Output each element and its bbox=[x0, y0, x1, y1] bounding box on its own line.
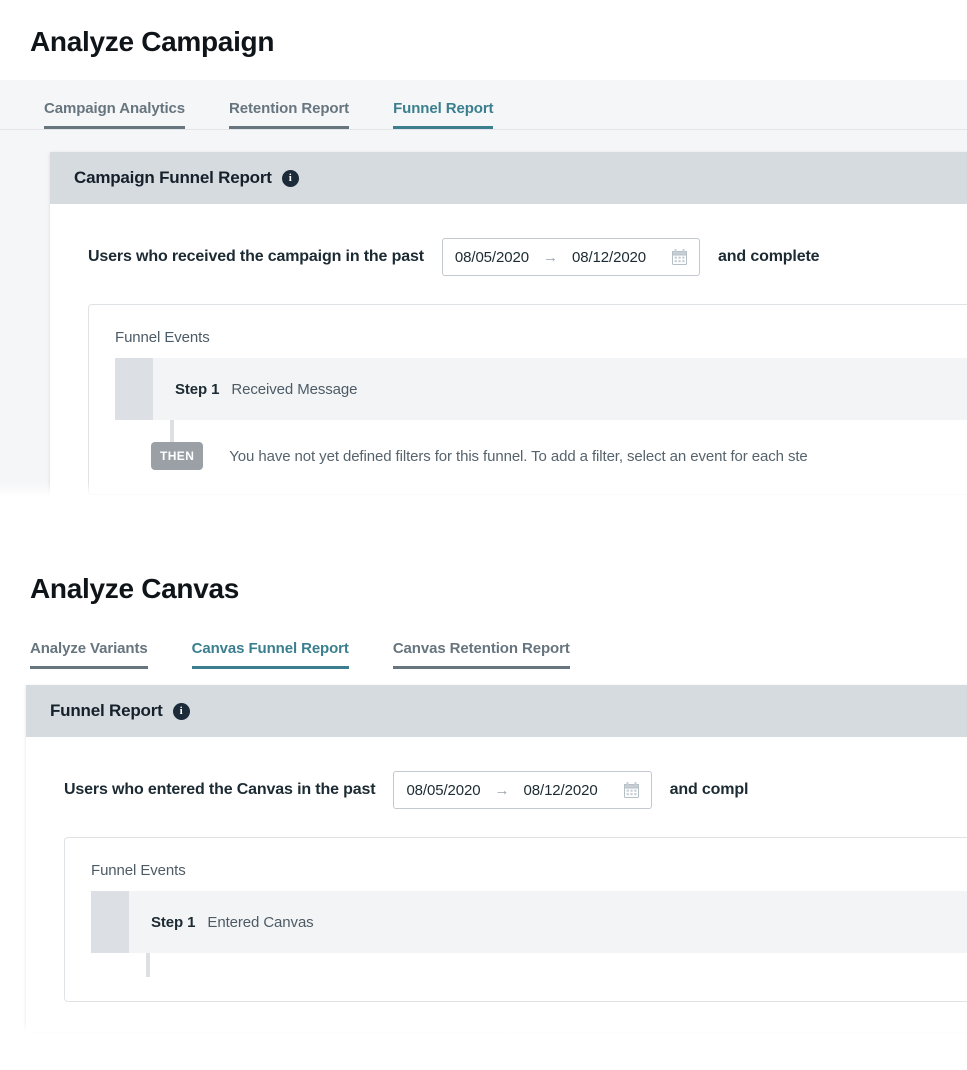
step-number: Step 1 bbox=[151, 913, 196, 931]
canvas-query-row: Users who entered the Canvas in the past… bbox=[64, 771, 967, 809]
canvas-page-shell: Funnel Report i Users who entered the Ca… bbox=[0, 669, 967, 1035]
query-suffix-label: and complete bbox=[718, 248, 820, 265]
calendar-icon[interactable] bbox=[623, 782, 639, 798]
step-content: Step 1 Received Message bbox=[153, 358, 357, 420]
funnel-filter-hint: You have not yet defined filters for thi… bbox=[229, 447, 808, 465]
tab-canvas-retention-report[interactable]: Canvas Retention Report bbox=[392, 640, 570, 669]
campaign-screenshot-viewport: Campaign Analytics Retention Report Funn… bbox=[0, 80, 967, 498]
funnel-step-row[interactable]: Step 1 Entered Canvas bbox=[91, 891, 967, 953]
canvas-funnel-events-panel: Funnel Events Step 1 Entered Canvas bbox=[64, 837, 967, 1002]
query-prefix-label: Users who entered the Canvas in the past bbox=[64, 781, 376, 798]
step-connector bbox=[146, 953, 150, 977]
canvas-screenshot-viewport: Analyze Variants Canvas Funnel Report Ca… bbox=[0, 623, 967, 1035]
start-date-value[interactable]: 08/05/2020 bbox=[406, 782, 480, 799]
campaign-tabbar: Campaign Analytics Retention Report Funn… bbox=[0, 80, 967, 130]
campaign-app-window: Campaign Analytics Retention Report Funn… bbox=[0, 80, 967, 498]
step-event-name[interactable]: Received Message bbox=[231, 381, 357, 398]
info-icon[interactable]: i bbox=[172, 702, 190, 720]
analyze-campaign-section: Analyze Campaign Campaign Analytics Rete… bbox=[0, 0, 967, 540]
then-row: THEN You have not yet defined filters fo… bbox=[115, 442, 967, 470]
step-event-name[interactable]: Entered Canvas bbox=[207, 914, 313, 931]
step-drag-handle[interactable] bbox=[91, 891, 129, 953]
end-date-value[interactable]: 08/12/2020 bbox=[524, 782, 598, 799]
card-title: Funnel Report bbox=[50, 701, 163, 720]
end-date-value[interactable]: 08/12/2020 bbox=[572, 249, 646, 266]
campaign-funnel-report-card: Campaign Funnel Report i Users who recei… bbox=[50, 152, 967, 498]
step-drag-handle[interactable] bbox=[115, 358, 153, 420]
start-date-value[interactable]: 08/05/2020 bbox=[455, 249, 529, 266]
step-connector bbox=[170, 420, 174, 444]
tab-analyze-variants[interactable]: Analyze Variants bbox=[30, 640, 148, 669]
campaign-card-header: Campaign Funnel Report i bbox=[50, 152, 967, 204]
tab-funnel-report[interactable]: Funnel Report bbox=[393, 100, 494, 129]
card-title: Campaign Funnel Report bbox=[74, 168, 272, 187]
canvas-tabbar: Analyze Variants Canvas Funnel Report Ca… bbox=[0, 623, 967, 669]
range-arrow-icon: → bbox=[542, 248, 558, 266]
funnel-step-row[interactable]: Step 1 Received Message bbox=[115, 358, 967, 420]
tab-campaign-analytics[interactable]: Campaign Analytics bbox=[44, 100, 185, 129]
tab-retention-report[interactable]: Retention Report bbox=[229, 100, 349, 129]
funnel-events-label: Funnel Events bbox=[91, 862, 186, 879]
canvas-app-window: Analyze Variants Canvas Funnel Report Ca… bbox=[0, 623, 967, 1035]
then-badge: THEN bbox=[151, 442, 204, 470]
campaign-card-body: Users who received the campaign in the p… bbox=[50, 204, 967, 498]
date-range-picker[interactable]: 08/05/2020 → 08/12/2020 bbox=[441, 238, 701, 276]
analyze-canvas-section: Analyze Canvas Analyze Variants Canvas F… bbox=[0, 545, 967, 1070]
canvas-funnel-report-card: Funnel Report i Users who entered the Ca… bbox=[26, 685, 967, 1032]
query-suffix-label: and compl bbox=[669, 781, 749, 798]
step-number: Step 1 bbox=[175, 380, 220, 398]
canvas-card-header: Funnel Report i bbox=[26, 685, 967, 737]
page-title: Analyze Campaign bbox=[30, 26, 275, 57]
campaign-funnel-events-panel: Funnel Events Step 1 Received Message TH… bbox=[88, 304, 967, 495]
query-prefix-label: Users who received the campaign in the p… bbox=[88, 248, 424, 265]
info-icon[interactable]: i bbox=[281, 169, 299, 187]
page-title: Analyze Canvas bbox=[30, 573, 240, 604]
tab-canvas-funnel-report[interactable]: Canvas Funnel Report bbox=[191, 640, 349, 669]
campaign-query-row: Users who received the campaign in the p… bbox=[88, 238, 967, 276]
step-content: Step 1 Entered Canvas bbox=[129, 891, 314, 953]
funnel-events-label: Funnel Events bbox=[115, 329, 210, 346]
canvas-card-body: Users who entered the Canvas in the past… bbox=[26, 737, 967, 1032]
date-range-picker[interactable]: 08/05/2020 → 08/12/2020 bbox=[393, 771, 652, 809]
range-arrow-icon: → bbox=[494, 781, 510, 799]
campaign-page-shell: Campaign Funnel Report i Users who recei… bbox=[0, 130, 967, 498]
calendar-icon[interactable] bbox=[672, 249, 688, 265]
